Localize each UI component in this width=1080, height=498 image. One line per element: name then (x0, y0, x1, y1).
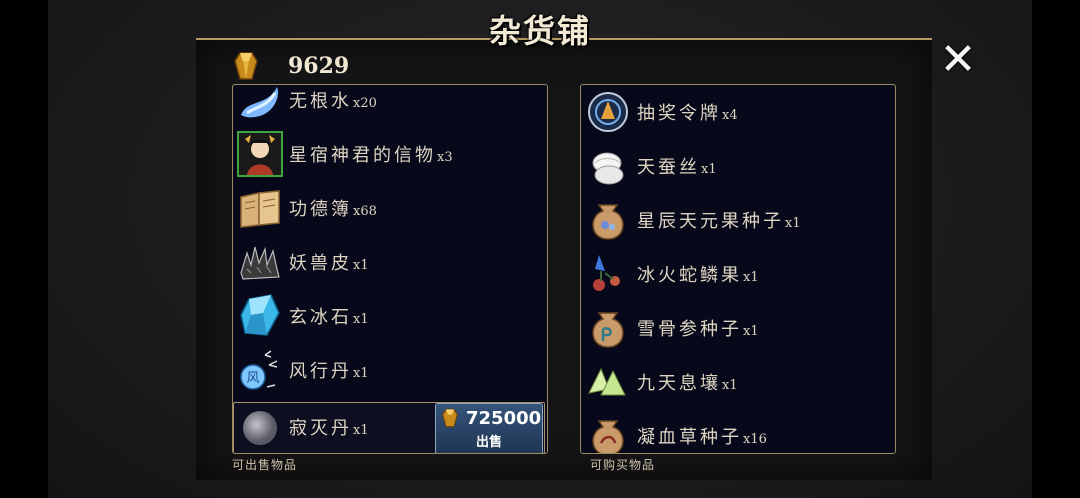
sell-panel-caption: 可出售物品 (232, 458, 298, 472)
svg-text:风: 风 (246, 371, 259, 386)
gold-gem-icon (234, 52, 258, 80)
item-quantity: x1 (701, 162, 717, 177)
sell-price: 725000 (466, 408, 542, 429)
item-name: 天蚕丝 (637, 157, 700, 178)
item-name: 九天息壤 (637, 373, 721, 394)
item-quantity: x4 (722, 108, 738, 123)
item-quantity: x1 (743, 270, 759, 285)
currency-amount: 9629 (288, 53, 350, 79)
shop-title: 杂货铺 (488, 12, 591, 50)
soil-icon (585, 359, 631, 405)
item-name: 无根水 (289, 91, 352, 112)
item-quantity: x1 (722, 378, 738, 393)
list-item[interactable]: 功德簿x68 (233, 181, 547, 235)
sell-button[interactable]: 725000 出售 (435, 403, 543, 453)
item-quantity: x3 (437, 150, 453, 165)
list-item[interactable]: 星辰天元果种子x1 (581, 193, 895, 247)
buy-panel: 抽奖令牌x4 天蚕丝x1 星辰天元果种子x1 冰火蛇鳞果x1 雪骨参种子x1 九… (580, 84, 896, 454)
gold-gem-icon (442, 408, 458, 428)
book-icon (237, 185, 283, 231)
list-item[interactable]: 星宿神君的信物x3 (233, 127, 547, 181)
item-name: 玄冰石 (289, 307, 352, 328)
lottery-token-icon (585, 89, 631, 135)
wind-pill-icon: 风 (237, 347, 283, 393)
item-quantity: x1 (353, 423, 369, 438)
list-item[interactable]: 凝血草种子x16 (581, 409, 895, 453)
list-item[interactable]: 雪骨参种子x1 (581, 301, 895, 355)
item-name: 风行丹 (289, 361, 352, 382)
item-name: 凝血草种子 (637, 427, 742, 448)
seed-bag-icon (585, 413, 631, 453)
currency-display: 9629 (234, 50, 349, 82)
item-quantity: x1 (353, 366, 369, 381)
list-item[interactable]: 无根水x20 (233, 85, 547, 127)
item-quantity: x1 (743, 324, 759, 339)
item-quantity: x16 (743, 432, 767, 447)
close-button[interactable]: ✕ (936, 38, 980, 82)
water-icon (237, 85, 283, 123)
item-name: 星宿神君的信物 (289, 145, 436, 166)
sell-button-label: 出售 (475, 435, 502, 450)
item-name: 功德簿 (289, 199, 352, 220)
seed-bag-icon (585, 197, 631, 243)
list-item[interactable]: 风 风行丹x1 (233, 343, 547, 397)
item-name: 雪骨参种子 (637, 319, 742, 340)
list-item[interactable]: 妖兽皮x1 (233, 235, 547, 289)
buy-panel-caption: 可购买物品 (590, 458, 656, 472)
item-name: 妖兽皮 (289, 253, 352, 274)
left-letterbox (0, 0, 48, 498)
fruit-icon (585, 251, 631, 297)
grey-pill-icon (237, 404, 283, 450)
seed-bag-icon (585, 305, 631, 351)
list-item[interactable]: 天蚕丝x1 (581, 139, 895, 193)
list-item[interactable]: 九天息壤x1 (581, 355, 895, 409)
item-quantity: x20 (353, 96, 377, 111)
item-quantity: x1 (353, 312, 369, 327)
item-name: 抽奖令牌 (637, 103, 721, 124)
fur-icon (237, 239, 283, 285)
item-quantity: x1 (353, 258, 369, 273)
silk-icon (585, 143, 631, 189)
portrait-token-icon (237, 131, 283, 177)
right-letterbox (1032, 0, 1080, 498)
ice-crystal-icon (237, 293, 283, 339)
list-item[interactable]: 抽奖令牌x4 (581, 85, 895, 139)
item-name: 寂灭丹 (289, 418, 352, 439)
item-quantity: x1 (785, 216, 801, 231)
sell-panel: 无根水x20 星宿神君的信物x3 功德簿x68 妖兽皮x1 玄冰石x1 风 风行… (232, 84, 548, 454)
item-quantity: x68 (353, 204, 377, 219)
item-name: 冰火蛇鳞果 (637, 265, 742, 286)
list-item[interactable]: 玄冰石x1 (233, 289, 547, 343)
item-name: 星辰天元果种子 (637, 211, 784, 232)
list-item[interactable]: 冰火蛇鳞果x1 (581, 247, 895, 301)
